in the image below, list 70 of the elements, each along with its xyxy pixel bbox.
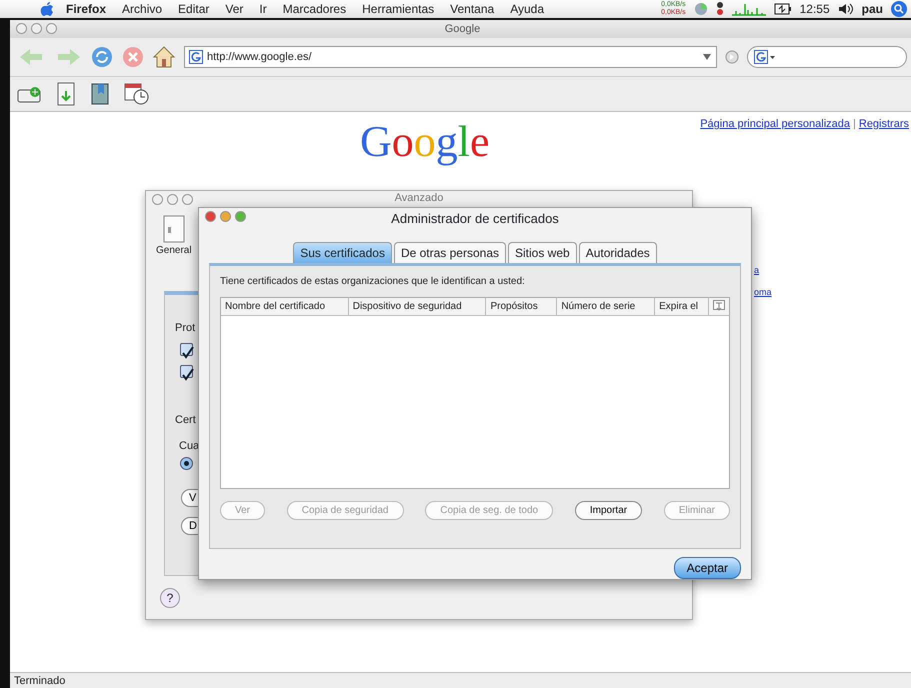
button[interactable]: Importar	[574, 501, 642, 520]
close-button[interactable]	[152, 194, 163, 205]
help-button[interactable]: ?	[160, 588, 180, 608]
tab[interactable]: Sitios web	[508, 242, 577, 263]
dialog-title: Administrador de certificados	[391, 211, 559, 226]
column-header[interactable]: Propósitos	[486, 298, 558, 315]
menu-item[interactable]: Herramientas	[354, 0, 442, 18]
go-icon[interactable]	[725, 50, 739, 64]
dropdown-arrow-icon[interactable]	[702, 53, 712, 61]
minimize-button[interactable]	[220, 211, 231, 222]
menu-item[interactable]: Ventana	[442, 0, 502, 18]
close-button[interactable]	[205, 211, 216, 222]
menu-item[interactable]: Editar	[170, 0, 218, 18]
zoom-button[interactable]	[182, 194, 193, 205]
menu-item[interactable]: Marcadores	[274, 0, 354, 18]
zoom-button[interactable]	[46, 23, 57, 34]
menu-item[interactable]: Ver	[217, 0, 252, 18]
window-title: Avanzado	[394, 192, 444, 204]
header-link[interactable]: Registrars	[858, 118, 909, 130]
clock: 12:55	[800, 1, 830, 18]
speaker-icon	[838, 3, 854, 15]
link-separator: |	[853, 118, 856, 130]
tab[interactable]: Sus certificados	[293, 242, 392, 263]
tab[interactable]: Autoridades	[578, 242, 657, 263]
toolbar-label[interactable]: General	[156, 243, 192, 258]
address-field[interactable]: http://www.google.es/	[184, 46, 717, 68]
apple-icon[interactable]	[40, 1, 54, 17]
checkbox[interactable]	[180, 343, 193, 356]
reload-icon[interactable]	[90, 45, 114, 69]
status-bar: Terminado	[10, 672, 911, 688]
link[interactable]: a	[754, 264, 772, 278]
favicon-icon	[189, 50, 203, 64]
google-logo: Google	[360, 120, 490, 164]
calendar-clock-icon[interactable]	[124, 82, 150, 106]
minimize-button[interactable]	[31, 23, 42, 34]
battery-icon	[774, 3, 792, 15]
download-icon[interactable]	[56, 82, 76, 106]
bookmarks-icon[interactable]	[90, 82, 110, 106]
switch-icon[interactable]	[162, 215, 185, 243]
checkbox[interactable]	[180, 365, 193, 378]
column-header[interactable]: Dispositivo de seguridad	[348, 298, 486, 315]
traffic-indicator-icon	[716, 1, 724, 17]
zoom-button[interactable]	[235, 211, 246, 222]
link[interactable]: oma	[754, 286, 772, 299]
pie-chart-icon	[694, 2, 708, 16]
label-text: Cert	[175, 413, 196, 428]
menu-item[interactable]: Ayuda	[502, 0, 552, 18]
close-button[interactable]	[16, 23, 27, 34]
user-name[interactable]: pau	[862, 0, 883, 18]
column-header[interactable]: Número de serie	[557, 298, 656, 315]
search-icon[interactable]	[891, 1, 907, 17]
activity-graph-icon	[732, 2, 766, 16]
menu-item[interactable]: Ir	[251, 0, 275, 18]
tab[interactable]: De otras personas	[394, 242, 506, 263]
label-text: Prot	[175, 321, 196, 336]
window-title: Google	[444, 23, 480, 35]
radio-button[interactable]	[180, 457, 193, 470]
description-text: Tiene certificados de estas organizaciones que le identifican a usted:	[220, 275, 526, 289]
ok-button[interactable]: Aceptar	[674, 557, 741, 579]
column-picker-icon[interactable]	[713, 300, 725, 312]
home-icon[interactable]	[152, 45, 176, 69]
stop-icon[interactable]	[122, 46, 144, 68]
search-field[interactable]	[747, 46, 907, 68]
header-link[interactable]: Página principal personalizada	[700, 118, 850, 130]
search-engine-icon[interactable]	[754, 50, 776, 64]
column-header[interactable]: Nombre del certificado	[221, 298, 349, 315]
minimize-button[interactable]	[167, 194, 178, 205]
app-menu[interactable]: Firefox	[58, 0, 114, 18]
column-header[interactable]: Expira el	[655, 298, 710, 315]
menu-item[interactable]: Archivo	[114, 0, 170, 18]
